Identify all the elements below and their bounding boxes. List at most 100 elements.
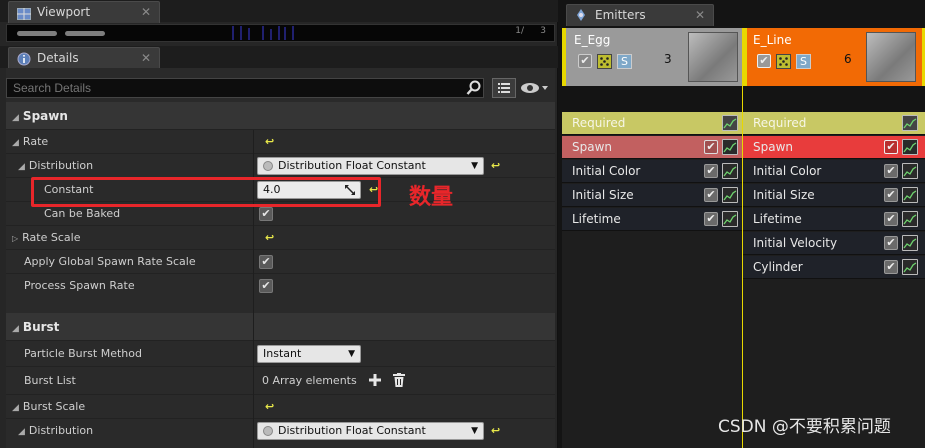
curve-graph-icon[interactable] — [722, 187, 738, 203]
trash-icon[interactable] — [393, 373, 405, 390]
curve-graph-icon[interactable] — [722, 163, 738, 179]
property-distribution[interactable]: ◢ Distribution Distribution Float Constan… — [6, 154, 555, 178]
expanded-triangle-icon: ◢ — [12, 113, 19, 123]
emitters-panel: Emitters ✕ E_Egg ✔ S 3 Required Spawn ✔ … — [562, 0, 925, 448]
reset-to-default-icon[interactable]: ↩ — [491, 159, 500, 172]
viewport-tab[interactable]: Viewport ✕ — [8, 1, 160, 23]
distribution-2-dropdown[interactable]: Distribution Float Constant ▼ — [257, 422, 484, 440]
reset-to-default-icon[interactable]: ↩ — [265, 400, 274, 413]
process-spawn-rate-checkbox[interactable]: ✔ — [259, 279, 273, 293]
emitter-separator — [742, 28, 743, 448]
module-enabled-checkbox[interactable]: ✔ — [884, 140, 898, 154]
list-view-icon — [498, 83, 510, 93]
search-input[interactable] — [6, 78, 484, 98]
apply-global-checkbox[interactable]: ✔ — [259, 255, 273, 269]
module-lifetime[interactable]: Lifetime ✔ — [743, 208, 925, 231]
curve-graph-icon[interactable] — [902, 187, 918, 203]
distribution-dropdown-value: Distribution Float Constant — [278, 159, 426, 172]
module-spawn[interactable]: Spawn ✔ — [743, 136, 925, 159]
property-process-spawn-rate-label: Process Spawn Rate — [24, 279, 135, 292]
emitter-render-mode-icon[interactable] — [776, 54, 791, 69]
property-process-spawn-rate[interactable]: Process Spawn Rate ✔ — [6, 274, 555, 314]
burst-method-value: Instant — [263, 347, 302, 360]
module-required[interactable]: Required — [562, 112, 742, 135]
left-panel: Viewport ✕ 1/ 3 Details ✕ Search Details… — [0, 0, 558, 448]
distribution-dropdown[interactable]: Distribution Float Constant ▼ — [257, 157, 484, 175]
emitters-tab[interactable]: Emitters ✕ — [566, 4, 714, 26]
viewport-icon — [17, 6, 31, 20]
reset-to-default-icon[interactable]: ↩ — [265, 231, 274, 244]
category-burst[interactable]: ◢ Burst — [6, 313, 555, 341]
emitter-enabled-checkbox[interactable]: ✔ — [757, 54, 771, 68]
module-initial-color[interactable]: Initial Color ✔ — [562, 160, 742, 183]
details-tab[interactable]: Details ✕ — [8, 47, 160, 69]
curve-graph-icon[interactable] — [902, 163, 918, 179]
module-enabled-checkbox[interactable]: ✔ — [704, 212, 718, 226]
emitter-solo-button[interactable]: S — [617, 54, 632, 69]
category-spawn[interactable]: ◢ Spawn — [6, 102, 555, 130]
close-icon[interactable]: ✕ — [695, 5, 705, 25]
viewport-preview[interactable]: 1/ 3 — [6, 24, 555, 42]
chevron-down-icon: ▼ — [471, 161, 478, 171]
emitter-enabled-checkbox[interactable]: ✔ — [578, 54, 592, 68]
close-icon[interactable]: ✕ — [141, 2, 151, 22]
module-enabled-checkbox[interactable]: ✔ — [704, 188, 718, 202]
eye-icon[interactable] — [520, 81, 550, 98]
close-icon[interactable]: ✕ — [141, 48, 151, 68]
emitter-header-e-line[interactable]: E_Line ✔ S 6 — [743, 28, 925, 86]
viewport-graph-lines — [232, 26, 294, 40]
emitter-solo-button[interactable]: S — [796, 54, 811, 69]
module-initial-size[interactable]: Initial Size ✔ — [743, 184, 925, 207]
curve-graph-icon[interactable] — [902, 235, 918, 251]
property-particle-burst-method[interactable]: Particle Burst Method Instant ▼ — [6, 341, 555, 367]
reset-to-default-icon[interactable]: ↩ — [491, 424, 500, 437]
property-rate-scale[interactable]: ▷ Rate Scale ↩ — [6, 226, 555, 250]
emitter-render-mode-icon[interactable] — [597, 54, 612, 69]
search-icon[interactable] — [466, 80, 482, 99]
module-enabled-checkbox[interactable]: ✔ — [884, 164, 898, 178]
property-burst-scale[interactable]: ◢ Burst Scale ↩ — [6, 395, 555, 419]
module-enabled-checkbox[interactable]: ✔ — [704, 140, 718, 154]
expanded-triangle-icon: ◢ — [12, 324, 19, 334]
module-enabled-checkbox[interactable]: ✔ — [884, 188, 898, 202]
curve-graph-icon[interactable] — [902, 139, 918, 155]
module-initial-color[interactable]: Initial Color ✔ — [743, 160, 925, 183]
module-enabled-checkbox[interactable]: ✔ — [884, 236, 898, 250]
property-apply-global-spawn-rate-scale[interactable]: Apply Global Spawn Rate Scale ✔ — [6, 250, 555, 274]
reset-to-default-icon[interactable]: ↩ — [265, 135, 274, 148]
property-rate[interactable]: ◢ Rate ↩ — [6, 130, 555, 154]
module-required[interactable]: Required — [743, 112, 925, 135]
curve-graph-icon[interactable] — [722, 211, 738, 227]
module-label: Initial Velocity — [753, 236, 838, 250]
curve-graph-icon[interactable] — [902, 211, 918, 227]
module-spawn[interactable]: Spawn ✔ — [562, 136, 742, 159]
viewport-tab-label: Viewport — [37, 5, 91, 19]
property-burst-list[interactable]: Burst List 0 Array elements — [6, 367, 555, 395]
module-initial-velocity[interactable]: Initial Velocity ✔ — [743, 232, 925, 255]
module-enabled-checkbox[interactable]: ✔ — [884, 260, 898, 274]
module-label: Spawn — [753, 140, 794, 154]
module-label: Initial Size — [572, 188, 634, 202]
emitter-name: E_Line — [753, 33, 792, 47]
property-apply-global-label: Apply Global Spawn Rate Scale — [24, 255, 196, 268]
module-lifetime[interactable]: Lifetime ✔ — [562, 208, 742, 231]
property-rate-scale-label: Rate Scale — [22, 231, 81, 244]
curve-graph-icon[interactable] — [722, 139, 738, 155]
module-enabled-checkbox[interactable]: ✔ — [704, 164, 718, 178]
highlight-box — [31, 177, 381, 207]
viewport-pill — [65, 31, 105, 36]
curve-graph-icon[interactable] — [902, 259, 918, 275]
can-be-baked-checkbox[interactable]: ✔ — [259, 207, 273, 221]
burst-method-dropdown[interactable]: Instant ▼ — [257, 345, 361, 363]
curve-graph-icon[interactable] — [902, 115, 918, 131]
view-options-button[interactable] — [492, 78, 516, 98]
module-cylinder[interactable]: Cylinder ✔ — [743, 256, 925, 279]
curve-graph-icon[interactable] — [722, 115, 738, 131]
module-enabled-checkbox[interactable]: ✔ — [884, 212, 898, 226]
radio-icon — [263, 161, 273, 171]
module-initial-size[interactable]: Initial Size ✔ — [562, 184, 742, 207]
info-icon — [17, 52, 31, 66]
emitter-header-e-egg[interactable]: E_Egg ✔ S 3 — [562, 28, 742, 86]
property-distribution-2[interactable]: ◢ Distribution Distribution Float Constan… — [6, 419, 555, 448]
add-icon[interactable] — [368, 373, 382, 390]
